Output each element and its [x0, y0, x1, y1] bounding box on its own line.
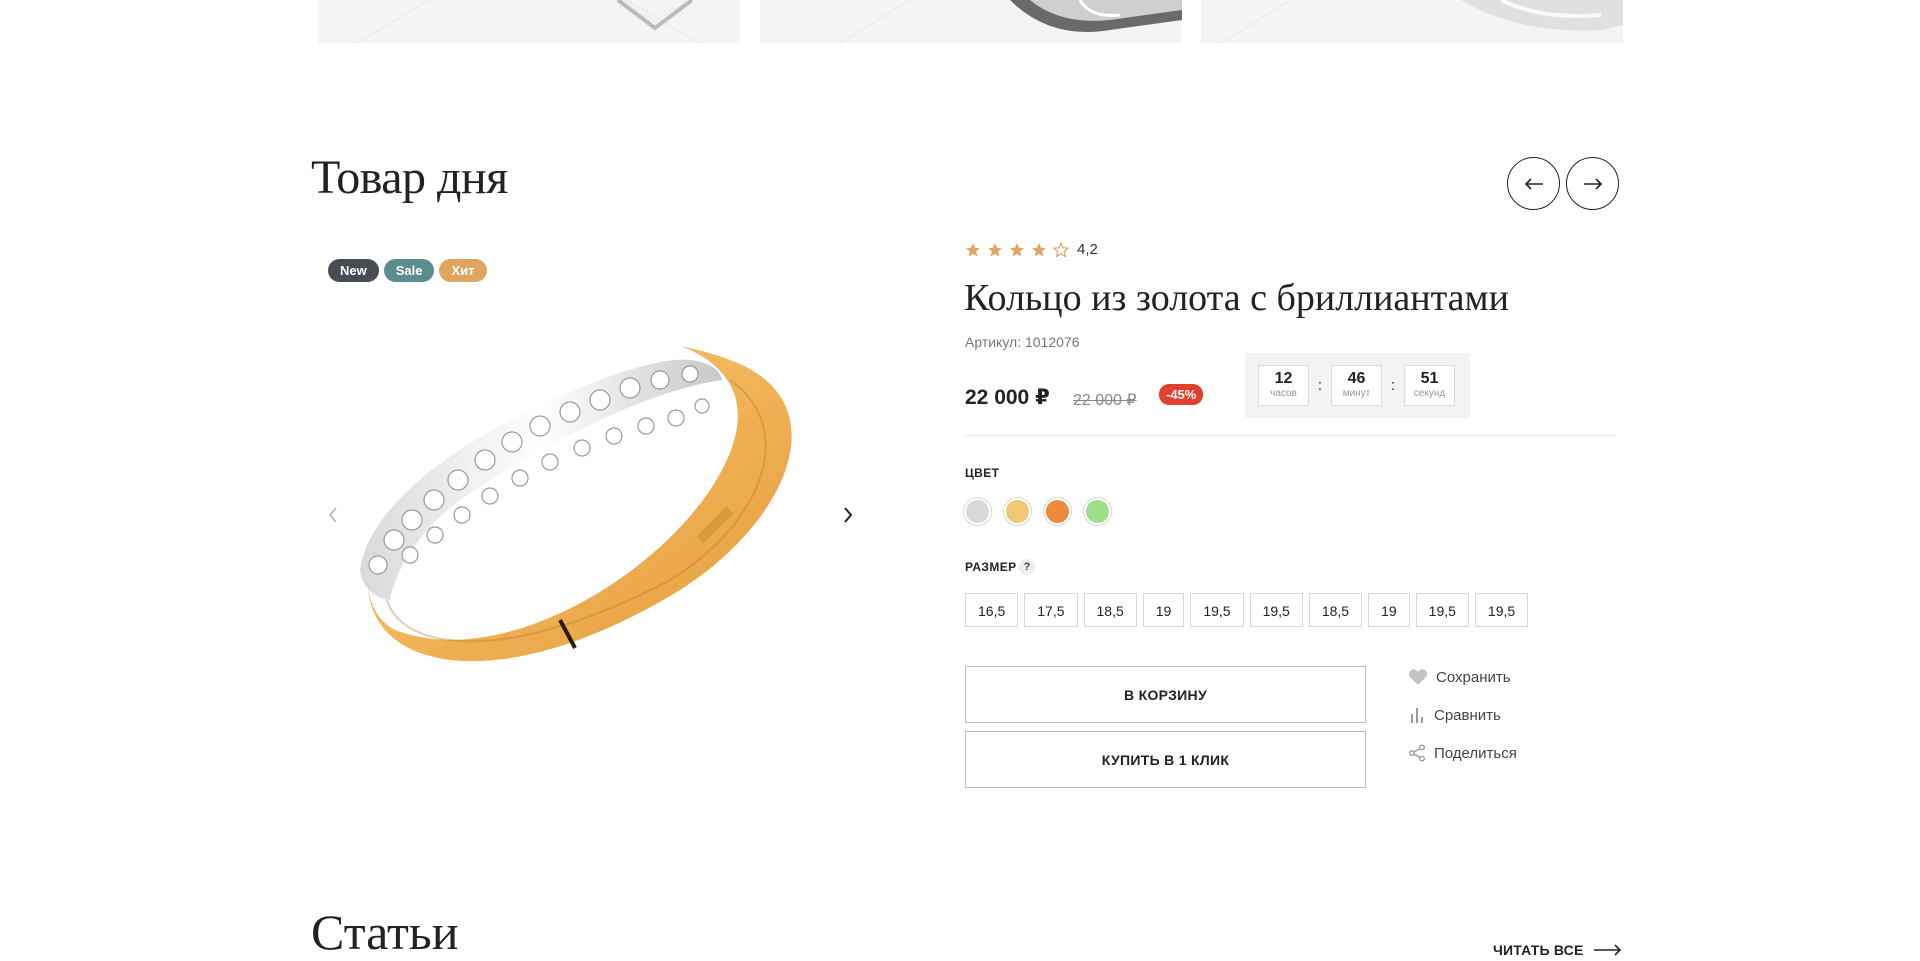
divider: [965, 435, 1617, 436]
rating-value: 4,2: [1077, 241, 1098, 258]
arrow-right-icon: [1583, 177, 1602, 190]
heart-icon: [1408, 669, 1428, 685]
product-title: Кольцо из золота с бриллиантами: [964, 277, 1509, 319]
discount-badge: -45%: [1159, 384, 1204, 405]
section-title: Товар дня: [311, 151, 508, 204]
arrow-right-long-icon: [1593, 944, 1621, 956]
badge-hit: Хит: [439, 259, 487, 282]
ring-dark-image: [839, 0, 1182, 43]
chevron-left-icon: [328, 507, 337, 523]
size-option[interactable]: 19,5: [1249, 593, 1303, 627]
timer-hours-label: часов: [1270, 388, 1297, 399]
product-image[interactable]: [350, 340, 830, 700]
size-option[interactable]: 18,5: [1308, 593, 1363, 627]
top-card-necklace[interactable]: [318, 0, 740, 43]
save-label: Сохранить: [1436, 668, 1511, 686]
prev-button[interactable]: [1507, 157, 1560, 210]
timer-hours: 12 часов: [1258, 365, 1309, 406]
badges: New Sale Хит: [328, 259, 487, 282]
gallery-next-button[interactable]: [837, 502, 859, 528]
color-swatch-silver[interactable]: [964, 498, 991, 525]
star-filled-icon: [966, 242, 980, 256]
chevron-right-icon: [844, 507, 853, 523]
color-label: ЦВЕТ: [965, 466, 1000, 480]
color-swatches: [964, 498, 1111, 525]
share-icon: [1409, 744, 1425, 762]
timer-separator: :: [1317, 377, 1323, 394]
star-filled-icon: [1010, 242, 1024, 256]
timer-minutes: 46 минут: [1331, 365, 1382, 406]
compare-button[interactable]: Сравнить: [1408, 706, 1501, 724]
compare-label: Сравнить: [1434, 706, 1501, 724]
top-card-ring-dark[interactable]: [760, 0, 1182, 43]
next-button[interactable]: [1566, 157, 1619, 210]
size-option[interactable]: 18,5: [1083, 593, 1137, 627]
gallery-prev-button[interactable]: [322, 502, 344, 528]
size-option[interactable]: 19: [1142, 593, 1185, 627]
badge-sale: Sale: [383, 259, 435, 282]
size-option[interactable]: 19,5: [1190, 593, 1244, 627]
necklace-image: [357, 0, 699, 43]
timer-seconds-label: секунд: [1413, 388, 1446, 399]
size-option[interactable]: 17,5: [1024, 593, 1078, 627]
color-swatch-orange[interactable]: [1044, 498, 1071, 525]
product-sku: Артикул: 1012076: [965, 334, 1080, 350]
read-all-label: ЧИТАТЬ ВСЕ: [1493, 942, 1584, 958]
timer-seconds: 51 секунд: [1404, 365, 1455, 406]
timer-hours-value: 12: [1274, 370, 1293, 387]
size-option[interactable]: 19,5: [1415, 593, 1469, 627]
arrow-left-icon: [1524, 177, 1543, 190]
size-option[interactable]: 19: [1368, 593, 1410, 627]
compare-icon: [1411, 708, 1423, 723]
product-price: 22 000 ₽: [965, 386, 1050, 409]
share-button[interactable]: Поделиться: [1408, 744, 1517, 762]
share-label: Поделиться: [1434, 744, 1517, 762]
star-empty-icon: [1053, 241, 1069, 258]
add-to-cart-button[interactable]: В КОРЗИНУ: [965, 666, 1366, 723]
timer-minutes-label: минут: [1342, 388, 1371, 399]
badge-new: New: [328, 259, 379, 282]
rating: 4,2: [965, 241, 1098, 258]
color-swatch-green[interactable]: [1084, 498, 1111, 525]
star-filled-icon: [988, 242, 1002, 256]
countdown-timer: 12 часов : 46 минут : 51 секунд: [1245, 353, 1470, 418]
ring-light-image: [1220, 0, 1623, 43]
save-button[interactable]: Сохранить: [1408, 668, 1511, 686]
size-help-icon[interactable]: ?: [1019, 559, 1035, 575]
size-option[interactable]: 16,5: [965, 593, 1019, 627]
size-options: 16,5 17,5 18,5 19 19,5 19,5 18,5 19 19,5…: [965, 593, 1529, 627]
timer-separator: :: [1390, 377, 1396, 394]
rating-stars: [965, 241, 1069, 258]
buy-one-click-button[interactable]: КУПИТЬ В 1 КЛИК: [965, 731, 1366, 788]
product-old-price: 22 000 ₽: [1073, 392, 1137, 409]
read-all-link[interactable]: ЧИТАТЬ ВСЕ: [1493, 942, 1622, 958]
timer-seconds-value: 51: [1420, 370, 1439, 387]
timer-minutes-value: 46: [1347, 370, 1366, 387]
articles-title: Статьи: [311, 904, 459, 960]
size-label: РАЗМЕР: [965, 560, 1017, 574]
color-swatch-yellow[interactable]: [1004, 498, 1031, 525]
star-filled-icon: [1032, 242, 1046, 256]
top-card-ring-light[interactable]: [1201, 0, 1623, 43]
size-option[interactable]: 19,5: [1474, 593, 1529, 627]
